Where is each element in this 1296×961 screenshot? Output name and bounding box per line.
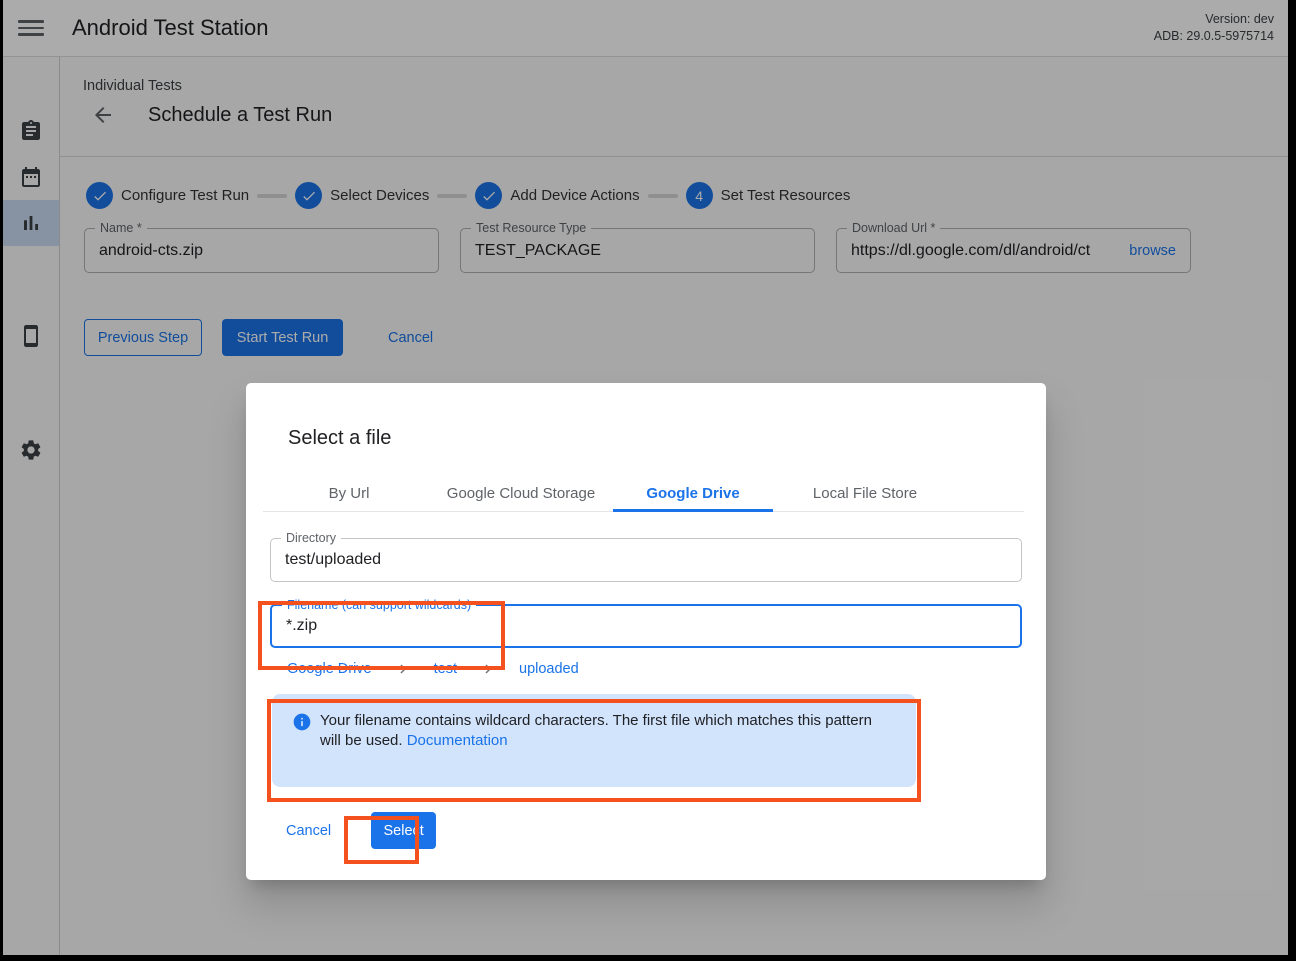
- tab-google-drive[interactable]: Google Drive: [607, 475, 779, 511]
- filename-field-wrap: Filename (can support wildcards): [270, 604, 1022, 648]
- banner-text: Your filename contains wildcard characte…: [320, 711, 892, 787]
- breadcrumb: Google Drive test uploaded: [287, 660, 1046, 678]
- banner-message: Your filename contains wildcard characte…: [320, 712, 872, 749]
- dialog-cancel-button[interactable]: Cancel: [286, 823, 331, 839]
- wildcard-info-banner: Your filename contains wildcard characte…: [272, 694, 916, 787]
- tab-by-url[interactable]: By Url: [263, 475, 435, 511]
- dialog-title: Select a file: [288, 427, 1046, 450]
- breadcrumb-test[interactable]: test: [434, 661, 457, 677]
- breadcrumb-uploaded[interactable]: uploaded: [519, 661, 579, 677]
- dialog-select-button[interactable]: Select: [371, 812, 436, 849]
- directory-field-wrap: Directory: [270, 538, 1022, 582]
- chevron-right-icon: [394, 660, 412, 678]
- filename-input[interactable]: [286, 617, 1006, 635]
- directory-label: Directory: [281, 531, 341, 545]
- app-window: Android Test Station Version: dev ADB: 2…: [3, 0, 1288, 955]
- select-file-dialog: Select a file By Url Google Cloud Storag…: [246, 383, 1046, 880]
- filename-label: Filename (can support wildcards): [282, 598, 476, 612]
- tab-google-cloud-storage[interactable]: Google Cloud Storage: [435, 475, 607, 511]
- file-source-tabs: By Url Google Cloud Storage Google Drive…: [263, 475, 1024, 512]
- tab-local-file-store[interactable]: Local File Store: [779, 475, 951, 511]
- directory-input[interactable]: [285, 551, 1007, 569]
- dialog-actions: Cancel Select: [286, 812, 1046, 849]
- breadcrumb-google-drive[interactable]: Google Drive: [287, 661, 372, 677]
- chevron-right-icon: [479, 660, 497, 678]
- screenshot-frame: Android Test Station Version: dev ADB: 2…: [0, 0, 1296, 961]
- info-icon: [292, 712, 312, 732]
- documentation-link[interactable]: Documentation: [407, 732, 508, 749]
